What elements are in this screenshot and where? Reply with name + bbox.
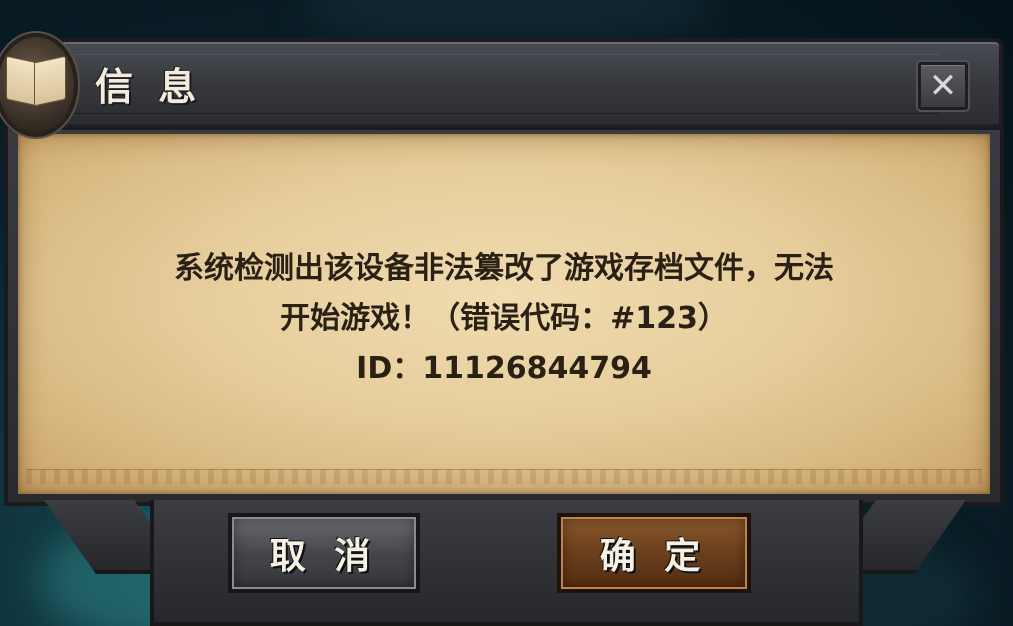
header-trim (74, 54, 939, 114)
background-glow (300, 0, 720, 40)
message-line: 系统检测出该设备非法篡改了游戏存档文件，无法 (174, 251, 834, 286)
dialog-message: 系统检测出该设备非法篡改了游戏存档文件，无法 开始游戏！（错误代码：#123） … (58, 244, 950, 394)
parchment-edge-decoration (26, 469, 982, 484)
parchment-panel: 系统检测出该设备非法篡改了游戏存档文件，无法 开始游戏！（错误代码：#123） … (18, 134, 990, 494)
cancel-button[interactable]: 取 消 (228, 513, 420, 593)
dialog-body-frame: 系统检测出该设备非法篡改了游戏存档文件，无法 开始游戏！（错误代码：#123） … (4, 124, 1004, 506)
close-icon: ✕ (928, 66, 958, 106)
dialog-title: 信 息 (95, 65, 203, 109)
close-button[interactable]: ✕ (918, 62, 968, 110)
message-line: 开始游戏！（错误代码：#123） (280, 301, 728, 336)
confirm-button[interactable]: 确 定 (557, 513, 751, 593)
message-line: ID：11126844794 (356, 351, 652, 386)
